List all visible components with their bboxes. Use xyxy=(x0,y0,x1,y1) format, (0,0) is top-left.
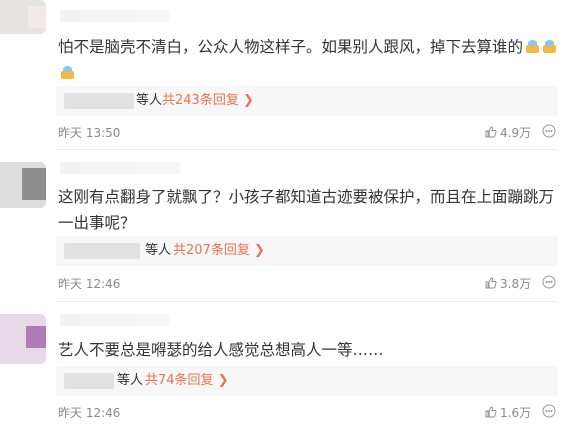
reply-preview[interactable]: 等人 共243条回复 ❯ xyxy=(56,86,558,116)
comment-item: 艺人不要总是嘚瑟的给人感觉总想高人一等…… 等人 共74条回复 ❯ 昨天 12:… xyxy=(0,302,572,436)
reply-preview[interactable]: 等人 共74条回复 ❯ xyxy=(56,366,558,396)
cake-emoji-icon xyxy=(542,40,557,54)
reply-count-link[interactable]: 共207条回复 ❯ xyxy=(173,236,265,266)
like-count: 3.8万 xyxy=(500,277,532,291)
like-button[interactable]: 4.9万 xyxy=(485,124,531,141)
cake-emoji-icon xyxy=(60,66,75,80)
comment-item: 这刚有点翻身了就飘了？小孩子都知道古迹要被保护，而且在上面蹦跳万一出事呢？ 等人… xyxy=(0,150,572,302)
thumbs-up-icon xyxy=(485,277,497,289)
reply-count-link[interactable]: 共74条回复 ❯ xyxy=(145,366,229,396)
more-icon[interactable] xyxy=(542,275,556,289)
reply-users-blurred xyxy=(64,93,134,109)
reply-users-suffix: 等人 xyxy=(145,243,172,258)
like-button[interactable]: 1.6万 xyxy=(485,404,531,421)
avatar[interactable] xyxy=(0,314,46,364)
chevron-right-icon: ❯ xyxy=(253,243,265,258)
reply-users-blurred xyxy=(64,373,114,389)
reply-users-suffix: 等人 xyxy=(136,93,163,108)
chevron-right-icon: ❯ xyxy=(242,93,254,108)
reply-count-label: 共243条回复 xyxy=(162,93,239,108)
reply-users-blurred xyxy=(64,243,140,259)
comment-item: 怕不是脑壳不清白，公众人物这样子。如果别人跟风，掉下去算谁的 等人 共243条回… xyxy=(0,0,572,150)
comment-text: 这刚有点翻身了就飘了？小孩子都知道古迹要被保护，而且在上面蹦跳万一出事呢？ xyxy=(58,188,555,232)
reply-count-label: 共207条回复 xyxy=(173,243,250,258)
thumbs-up-icon xyxy=(485,406,497,418)
like-count: 4.9万 xyxy=(500,126,532,140)
chevron-right-icon: ❯ xyxy=(217,373,229,388)
like-button[interactable]: 3.8万 xyxy=(485,275,531,292)
more-icon[interactable] xyxy=(542,124,556,138)
like-count: 1.6万 xyxy=(500,406,532,420)
username-blurred[interactable] xyxy=(60,162,180,174)
comment-time: 昨天 12:46 xyxy=(58,277,121,291)
avatar[interactable] xyxy=(0,162,46,208)
comment-time: 昨天 12:46 xyxy=(58,406,121,420)
reply-preview[interactable]: 等人 共207条回复 ❯ xyxy=(56,236,558,266)
username-blurred[interactable] xyxy=(60,314,170,326)
reply-users-suffix: 等人 xyxy=(117,373,144,388)
avatar[interactable] xyxy=(0,0,46,34)
comment-time: 昨天 13:50 xyxy=(58,126,121,140)
comment-text: 艺人不要总是嘚瑟的给人感觉总想高人一等…… xyxy=(58,341,384,359)
thumbs-up-icon xyxy=(485,126,497,138)
more-icon[interactable] xyxy=(542,404,556,418)
username-blurred[interactable] xyxy=(60,10,170,22)
cake-emoji-icon xyxy=(525,40,540,54)
reply-count-link[interactable]: 共243条回复 ❯ xyxy=(162,86,254,116)
reply-count-label: 共74条回复 xyxy=(145,373,214,388)
